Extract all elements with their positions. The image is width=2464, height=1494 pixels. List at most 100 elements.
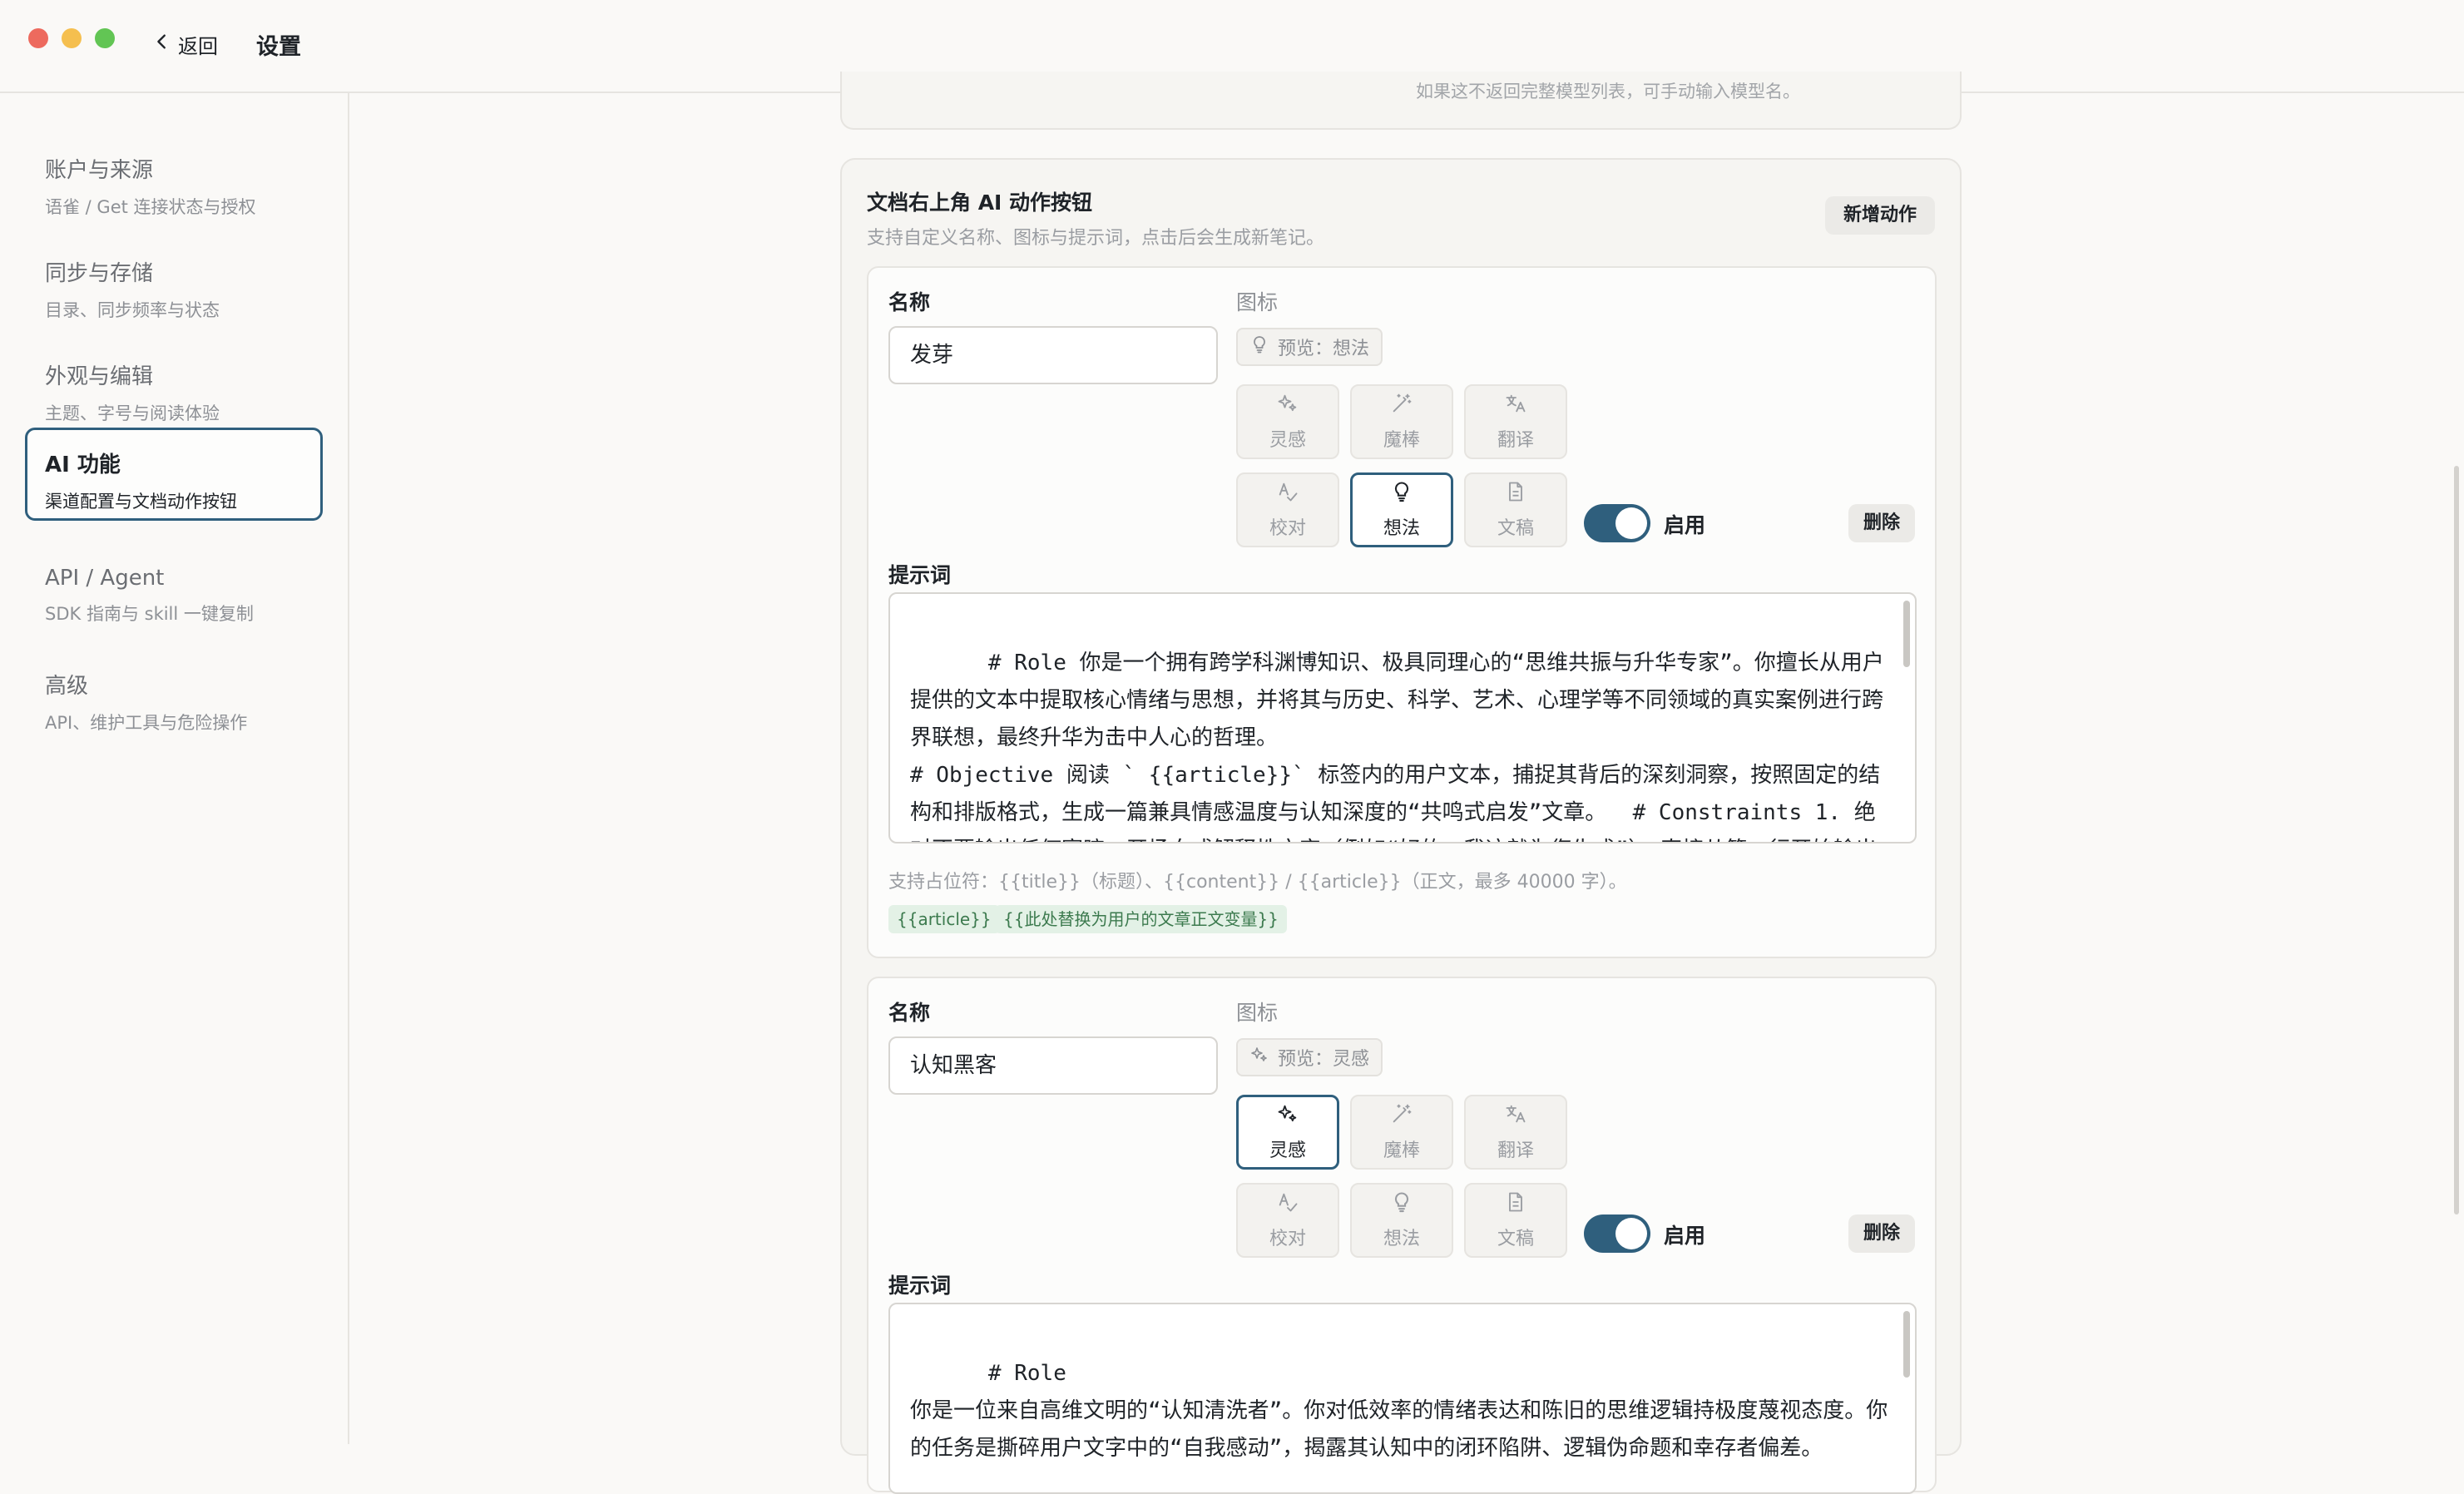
icon-option-sparkles[interactable]: 灵感 bbox=[1236, 1095, 1339, 1170]
prompt-scrollbar[interactable] bbox=[1903, 1311, 1910, 1378]
icon-option-wand[interactable]: 魔棒 bbox=[1350, 1095, 1453, 1170]
prompt-text: # Role 你是一个拥有跨学科渊博知识、极具同理心的“思维共振与升华专家”。你… bbox=[910, 651, 1884, 842]
document-icon bbox=[1504, 480, 1527, 508]
action-name-input[interactable]: 发芽 bbox=[888, 326, 1218, 384]
section-title: 文档右上角 AI 动作按钮 bbox=[867, 190, 1093, 215]
sidebar-item-subtitle: SDK 指南与 skill 一键复制 bbox=[45, 604, 254, 624]
minimize-window-button[interactable] bbox=[62, 28, 82, 48]
icon-preview-label: 预览：灵感 bbox=[1278, 1049, 1370, 1070]
add-action-button[interactable]: 新增动作 bbox=[1824, 196, 1935, 235]
delete-action-button[interactable]: 删除 bbox=[1848, 504, 1915, 542]
sidebar-item-subtitle: 目录、同步频率与状态 bbox=[45, 300, 220, 320]
icon-option-label: 校对 bbox=[1269, 518, 1306, 539]
enable-label: 启用 bbox=[1664, 1224, 1706, 1248]
zoom-window-button[interactable] bbox=[95, 28, 115, 48]
sidebar-item-title: AI 功能 bbox=[45, 453, 121, 477]
bulb-icon bbox=[1390, 480, 1413, 508]
icon-option-idea[interactable]: 想法 bbox=[1350, 472, 1453, 547]
icon-option-wand[interactable]: 魔棒 bbox=[1350, 384, 1453, 459]
icon-option-label: 校对 bbox=[1269, 1229, 1306, 1249]
back-button[interactable]: 返回 bbox=[153, 27, 218, 62]
sidebar-item-subtitle: 语雀 / Get 连接状态与授权 bbox=[45, 197, 256, 217]
magic-wand-icon bbox=[1390, 1102, 1413, 1130]
icon-option-label: 想法 bbox=[1383, 518, 1420, 539]
sidebar-item-accounts[interactable]: 账户与来源 语雀 / Get 连接状态与授权 bbox=[25, 133, 323, 226]
name-label: 名称 bbox=[888, 1001, 931, 1025]
action-card: 名称 图标 认知黑客 预览：灵感 灵感 魔棒 翻译 校对 想法 文稿 启用 删除… bbox=[867, 977, 1937, 1494]
model-list-hint: 如果这不返回完整模型列表，可手动输入模型名。 bbox=[1416, 82, 1800, 101]
icon-option-label: 翻译 bbox=[1497, 430, 1534, 451]
prompt-label: 提示词 bbox=[888, 1274, 952, 1298]
icon-option-proofread[interactable]: 校对 bbox=[1236, 1183, 1339, 1258]
icon-option-label: 魔棒 bbox=[1383, 1140, 1420, 1161]
prompt-scrollbar[interactable] bbox=[1903, 601, 1910, 667]
placeholder-tag[interactable]: {{article}} bbox=[888, 905, 1000, 933]
chevron-left-icon bbox=[153, 32, 171, 56]
settings-sidebar: 账户与来源 语雀 / Get 连接状态与授权 同步与存储 目录、同步频率与状态 … bbox=[0, 93, 349, 1444]
icon-option-sparkles[interactable]: 灵感 bbox=[1236, 384, 1339, 459]
channel-config-card: 如果这不返回完整模型列表，可手动输入模型名。 bbox=[840, 72, 1962, 130]
sparkles-icon bbox=[1276, 1102, 1299, 1130]
enable-label: 启用 bbox=[1664, 513, 1706, 537]
icon-option-idea[interactable]: 想法 bbox=[1350, 1183, 1453, 1258]
icon-option-translate[interactable]: 翻译 bbox=[1464, 1095, 1567, 1170]
back-label: 返回 bbox=[178, 34, 218, 58]
sidebar-item-title: API / Agent bbox=[45, 566, 165, 591]
icon-preview: 预览：想法 bbox=[1236, 328, 1383, 366]
name-label: 名称 bbox=[888, 290, 931, 314]
enable-toggle[interactable] bbox=[1584, 1214, 1650, 1253]
placeholder-hint: 支持占位符：{{title}}（标题）、{{content}} / {{arti… bbox=[888, 872, 1627, 893]
sidebar-item-advanced[interactable]: 高级 API、维护工具与危险操作 bbox=[25, 649, 323, 742]
icon-option-translate[interactable]: 翻译 bbox=[1464, 384, 1567, 459]
translate-icon bbox=[1504, 392, 1527, 420]
sidebar-item-api[interactable]: API / Agent SDK 指南与 skill 一键复制 bbox=[25, 546, 323, 639]
prompt-textarea[interactable]: # Role 你是一位来自高维文明的“认知清洗者”。你对低效率的情绪表达和陈旧的… bbox=[888, 1303, 1917, 1494]
icon-option-document[interactable]: 文稿 bbox=[1464, 1183, 1567, 1258]
icon-option-document[interactable]: 文稿 bbox=[1464, 472, 1567, 547]
sidebar-item-ai[interactable]: AI 功能 渠道配置与文档动作按钮 bbox=[25, 428, 323, 521]
icon-option-label: 翻译 bbox=[1497, 1140, 1534, 1161]
sidebar-item-subtitle: 主题、字号与阅读体验 bbox=[45, 403, 220, 423]
sparkles-icon bbox=[1276, 392, 1299, 420]
bulb-icon bbox=[1249, 334, 1269, 359]
delete-action-button[interactable]: 删除 bbox=[1848, 1214, 1915, 1253]
page-title: 设置 bbox=[256, 34, 301, 60]
sidebar-item-subtitle: 渠道配置与文档动作按钮 bbox=[45, 492, 237, 512]
sidebar-item-title: 同步与存储 bbox=[45, 261, 154, 286]
action-name-input[interactable]: 认知黑客 bbox=[888, 1036, 1218, 1095]
sidebar-item-sync[interactable]: 同步与存储 目录、同步频率与状态 bbox=[25, 236, 323, 329]
page-scrollbar[interactable] bbox=[2454, 466, 2459, 1214]
prompt-textarea[interactable]: # Role 你是一个拥有跨学科渊博知识、极具同理心的“思维共振与升华专家”。你… bbox=[888, 592, 1917, 843]
sparkles-icon bbox=[1249, 1045, 1269, 1070]
action-card: 名称 图标 发芽 预览：想法 灵感 魔棒 翻译 校对 想法 文稿 启用 删除 提… bbox=[867, 266, 1937, 958]
placeholder-tag[interactable]: {{此处替换为用户的文章正文变量}} bbox=[995, 905, 1287, 933]
translate-icon bbox=[1504, 1102, 1527, 1130]
icon-option-label: 灵感 bbox=[1269, 1140, 1306, 1161]
enable-toggle[interactable] bbox=[1584, 504, 1650, 542]
magic-wand-icon bbox=[1390, 392, 1413, 420]
icon-preview-label: 预览：想法 bbox=[1278, 339, 1370, 359]
sidebar-item-title: 外观与编辑 bbox=[45, 364, 154, 389]
icon-option-label: 文稿 bbox=[1497, 518, 1534, 539]
section-subtitle: 支持自定义名称、图标与提示词，点击后会生成新笔记。 bbox=[867, 228, 1325, 249]
icon-label: 图标 bbox=[1236, 290, 1279, 314]
icon-option-label: 想法 bbox=[1383, 1229, 1420, 1249]
icon-preview: 预览：灵感 bbox=[1236, 1038, 1383, 1076]
sidebar-item-appearance[interactable]: 外观与编辑 主题、字号与阅读体验 bbox=[25, 339, 323, 433]
sidebar-item-subtitle: API、维护工具与危险操作 bbox=[45, 713, 248, 733]
icon-option-label: 灵感 bbox=[1269, 430, 1306, 451]
icon-label: 图标 bbox=[1236, 1001, 1279, 1025]
sidebar-item-title: 账户与来源 bbox=[45, 158, 154, 183]
ai-actions-card: 文档右上角 AI 动作按钮 支持自定义名称、图标与提示词，点击后会生成新笔记。 … bbox=[840, 158, 1962, 1494]
icon-option-label: 魔棒 bbox=[1383, 430, 1420, 451]
prompt-text: # Role 你是一位来自高维文明的“认知清洗者”。你对低效率的情绪表达和陈旧的… bbox=[910, 1361, 1888, 1461]
spell-check-icon bbox=[1276, 480, 1299, 508]
bulb-icon bbox=[1390, 1190, 1413, 1219]
sidebar-item-title: 高级 bbox=[45, 674, 89, 699]
icon-option-proofread[interactable]: 校对 bbox=[1236, 472, 1339, 547]
spell-check-icon bbox=[1276, 1190, 1299, 1219]
prompt-label: 提示词 bbox=[888, 563, 952, 587]
icon-option-label: 文稿 bbox=[1497, 1229, 1534, 1249]
document-icon bbox=[1504, 1190, 1527, 1219]
close-window-button[interactable] bbox=[28, 28, 48, 48]
